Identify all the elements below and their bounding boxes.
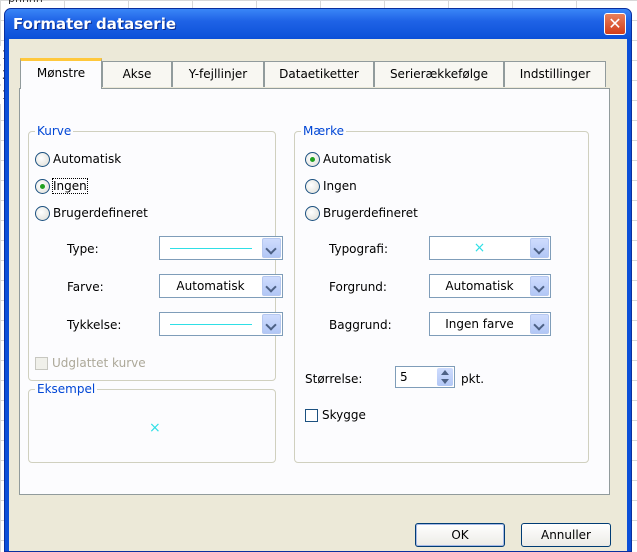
- sample-marker-icon: ×: [149, 420, 161, 436]
- tab-akse[interactable]: Akse: [102, 61, 172, 87]
- type-label: Type:: [67, 242, 99, 256]
- kurve-option-automatisk[interactable]: Automatisk: [35, 150, 121, 168]
- marker-style-swatch: ×: [473, 240, 486, 256]
- unit-label: pkt.: [461, 372, 485, 386]
- udglattet-kurve-checkbox[interactable]: [35, 356, 48, 370]
- stoerrelse-spinner[interactable]: 5: [395, 366, 455, 388]
- skygge-checkbox-row[interactable]: Skygge: [305, 406, 366, 424]
- eksempel-group: Eksempel ×: [28, 382, 276, 463]
- kurve-option-ingen[interactable]: Ingen: [35, 177, 88, 195]
- udglattet-kurve-label: Udglattet kurve: [52, 356, 146, 370]
- maerke-group-title: Mærke: [301, 124, 346, 138]
- radio-button-checked[interactable]: [305, 151, 320, 167]
- dialog-title: Formater dataserie: [13, 15, 177, 33]
- chevron-down-icon[interactable]: [262, 276, 281, 296]
- tykkelse-label: Tykkelse:: [67, 318, 122, 332]
- udglattet-kurve-checkbox-row[interactable]: Udglattet kurve: [35, 354, 146, 372]
- radio-label: Brugerdefineret: [323, 206, 418, 220]
- radio-label: Brugerdefineret: [53, 206, 148, 220]
- line-style-swatch: [170, 248, 252, 249]
- radio-button[interactable]: [35, 205, 50, 221]
- farve-label: Farve:: [67, 280, 104, 294]
- typografi-label: Typografi:: [329, 242, 389, 256]
- ok-button[interactable]: OK: [415, 523, 505, 547]
- baggrund-combobox[interactable]: Ingen farve: [429, 312, 551, 336]
- radio-button-checked[interactable]: [35, 178, 50, 194]
- radio-label: Automatisk: [53, 152, 122, 166]
- spin-updown-icon[interactable]: [437, 368, 453, 386]
- chevron-down-icon[interactable]: [530, 238, 549, 258]
- tab-y-fejllinjer[interactable]: Y-fejllinjer: [172, 61, 264, 87]
- tab-moenstre[interactable]: Mønstre: [20, 58, 102, 89]
- format-data-series-dialog: Formater dataserie ✕ Mønstre Akse Y-fejl…: [4, 8, 632, 552]
- radio-label: Ingen: [52, 178, 88, 194]
- baggrund-value: Ingen farve: [445, 317, 514, 331]
- skygge-label: Skygge: [322, 408, 366, 422]
- tab-panel-moenstre: Kurve Automatisk Ingen Brugerdefineret T…: [19, 88, 610, 495]
- kurve-group: Kurve Automatisk Ingen Brugerdefineret T…: [28, 124, 283, 381]
- dialog-client-area: Mønstre Akse Y-fejllinjer Dataetiketter …: [9, 39, 627, 551]
- maerke-option-brugerdefineret[interactable]: Brugerdefineret: [305, 204, 418, 222]
- radio-label: Automatisk: [323, 152, 392, 166]
- typografi-combobox[interactable]: ×: [429, 236, 551, 260]
- stoerrelse-label: Størrelse:: [305, 372, 363, 386]
- type-combobox[interactable]: [159, 236, 283, 260]
- line-weight-swatch: [170, 324, 252, 325]
- chevron-down-icon[interactable]: [530, 276, 549, 296]
- close-button[interactable]: ✕: [604, 13, 626, 35]
- farve-combobox[interactable]: Automatisk: [159, 274, 283, 298]
- chevron-down-icon[interactable]: [262, 238, 281, 258]
- tab-serieraekkefoelge[interactable]: Serierækkefølge: [374, 61, 504, 87]
- kurve-option-brugerdefineret[interactable]: Brugerdefineret: [35, 204, 148, 222]
- maerke-option-ingen[interactable]: Ingen: [305, 177, 357, 195]
- forgrund-combobox[interactable]: Automatisk: [429, 274, 551, 298]
- tab-indstillinger[interactable]: Indstillinger: [504, 61, 606, 87]
- radio-button[interactable]: [305, 205, 320, 221]
- titlebar[interactable]: Formater dataserie ✕: [5, 9, 631, 39]
- stoerrelse-value: 5: [400, 370, 408, 384]
- maerke-group: Mærke Automatisk Ingen Brugerdefineret T…: [294, 124, 589, 463]
- kurve-group-title: Kurve: [35, 124, 74, 138]
- radio-button[interactable]: [305, 178, 320, 194]
- farve-value: Automatisk: [176, 279, 245, 293]
- forgrund-value: Automatisk: [445, 279, 514, 293]
- spreadsheet-top-text: pnnnn: [8, 0, 43, 5]
- tykkelse-combobox[interactable]: [159, 312, 283, 336]
- maerke-option-automatisk[interactable]: Automatisk: [305, 150, 391, 168]
- radio-label: Ingen: [323, 179, 357, 193]
- cancel-button[interactable]: Annuller: [521, 523, 611, 547]
- forgrund-label: Forgrund:: [329, 280, 387, 294]
- eksempel-group-title: Eksempel: [35, 382, 98, 396]
- baggrund-label: Baggrund:: [329, 318, 392, 332]
- radio-button[interactable]: [35, 151, 50, 167]
- tab-dataetiketter[interactable]: Dataetiketter: [264, 61, 374, 87]
- chevron-down-icon[interactable]: [530, 314, 549, 334]
- skygge-checkbox[interactable]: [305, 408, 318, 422]
- chevron-down-icon[interactable]: [262, 314, 281, 334]
